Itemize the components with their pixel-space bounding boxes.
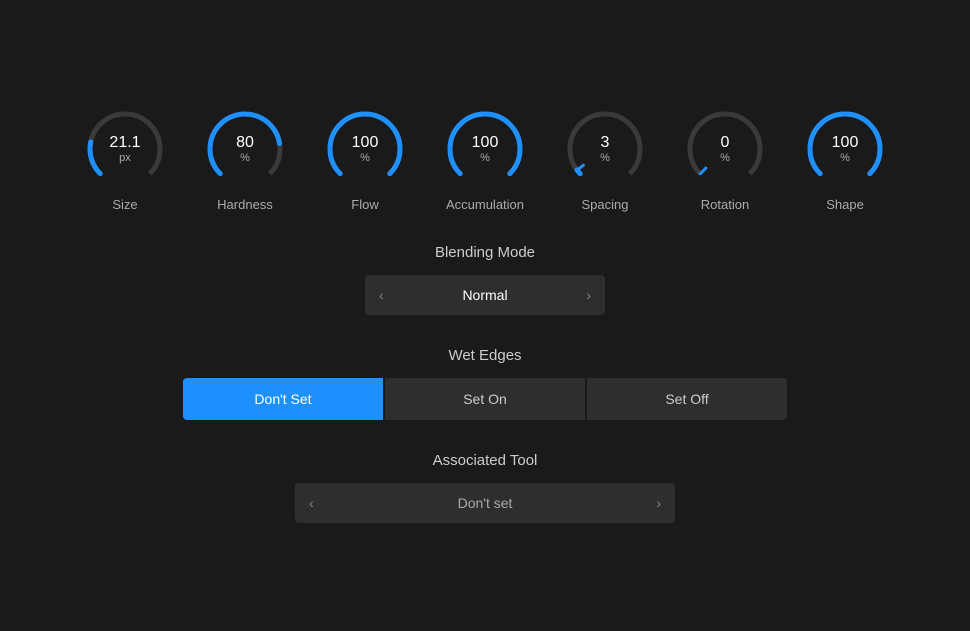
knob-item-shape[interactable]: 100% Shape — [805, 109, 885, 212]
knob-center-accumulation: 100% — [472, 132, 499, 164]
knob-label-hardness: Hardness — [217, 197, 273, 212]
knob-unit-flow: % — [352, 152, 379, 165]
knob-label-rotation: Rotation — [701, 197, 749, 212]
associated-tool-value: Don't set — [458, 495, 513, 511]
knob-item-hardness[interactable]: 80% Hardness — [205, 109, 285, 212]
knob-item-size[interactable]: 21.1px Size — [85, 109, 165, 212]
knob-center-hardness: 80% — [236, 132, 254, 164]
wet-edges-title: Wet Edges — [448, 347, 521, 364]
knob-label-spacing: Spacing — [582, 197, 629, 212]
blending-mode-dropdown[interactable]: ‹ Normal › — [365, 275, 605, 315]
associated-tool-dropdown[interactable]: ‹ Don't set › — [295, 483, 675, 523]
knob-item-rotation[interactable]: 0% Rotation — [685, 109, 765, 212]
knob-value-spacing: 3 — [600, 132, 610, 151]
knob-flow[interactable]: 100% — [325, 109, 405, 189]
wet-edges-section: Wet Edges Don't SetSet OnSet Off — [35, 347, 935, 420]
blending-mode-right-arrow[interactable]: › — [586, 287, 591, 303]
wet-edges-set-on-button[interactable]: Set On — [385, 378, 585, 420]
knob-item-flow[interactable]: 100% Flow — [325, 109, 405, 212]
knob-label-size: Size — [112, 197, 137, 212]
blending-mode-left-arrow[interactable]: ‹ — [379, 287, 384, 303]
knob-label-accumulation: Accumulation — [446, 197, 524, 212]
knob-unit-accumulation: % — [472, 152, 499, 165]
knob-item-accumulation[interactable]: 100% Accumulation — [445, 109, 525, 212]
knob-hardness[interactable]: 80% — [205, 109, 285, 189]
knob-center-flow: 100% — [352, 132, 379, 164]
main-container: 21.1px Size 80% Hardness 100% Flow 100% Accumul… — [35, 109, 935, 523]
knob-unit-rotation: % — [720, 152, 730, 165]
associated-tool-section: Associated Tool ‹ Don't set › — [35, 452, 935, 523]
knob-accumulation[interactable]: 100% — [445, 109, 525, 189]
knobs-row: 21.1px Size 80% Hardness 100% Flow 100% Accumul… — [85, 109, 885, 212]
associated-tool-right-arrow[interactable]: › — [656, 495, 661, 511]
knob-value-accumulation: 100 — [472, 132, 499, 151]
knob-spacing[interactable]: 3% — [565, 109, 645, 189]
knob-value-hardness: 80 — [236, 132, 254, 151]
knob-size[interactable]: 21.1px — [85, 109, 165, 189]
knob-center-spacing: 3% — [600, 132, 610, 164]
knob-value-flow: 100 — [352, 132, 379, 151]
blending-mode-title: Blending Mode — [435, 244, 535, 261]
knob-center-size: 21.1px — [109, 132, 140, 164]
knob-value-rotation: 0 — [720, 132, 730, 151]
knob-shape[interactable]: 100% — [805, 109, 885, 189]
knob-label-flow: Flow — [351, 197, 378, 212]
knob-center-shape: 100% — [832, 132, 859, 164]
associated-tool-left-arrow[interactable]: ‹ — [309, 495, 314, 511]
knob-rotation[interactable]: 0% — [685, 109, 765, 189]
knob-unit-hardness: % — [236, 152, 254, 165]
knob-unit-size: px — [109, 152, 140, 165]
blending-mode-value: Normal — [462, 287, 507, 303]
knob-item-spacing[interactable]: 3% Spacing — [565, 109, 645, 212]
wet-edges-button-group: Don't SetSet OnSet Off — [183, 378, 787, 420]
knob-center-rotation: 0% — [720, 132, 730, 164]
knob-label-shape: Shape — [826, 197, 864, 212]
wet-edges-dont-set-button[interactable]: Don't Set — [183, 378, 383, 420]
knob-unit-spacing: % — [600, 152, 610, 165]
associated-tool-title: Associated Tool — [433, 452, 538, 469]
knob-value-size: 21.1 — [109, 132, 140, 151]
knob-unit-shape: % — [832, 152, 859, 165]
wet-edges-set-off-button[interactable]: Set Off — [587, 378, 787, 420]
blending-mode-section: Blending Mode ‹ Normal › — [35, 244, 935, 315]
knob-value-shape: 100 — [832, 132, 859, 151]
